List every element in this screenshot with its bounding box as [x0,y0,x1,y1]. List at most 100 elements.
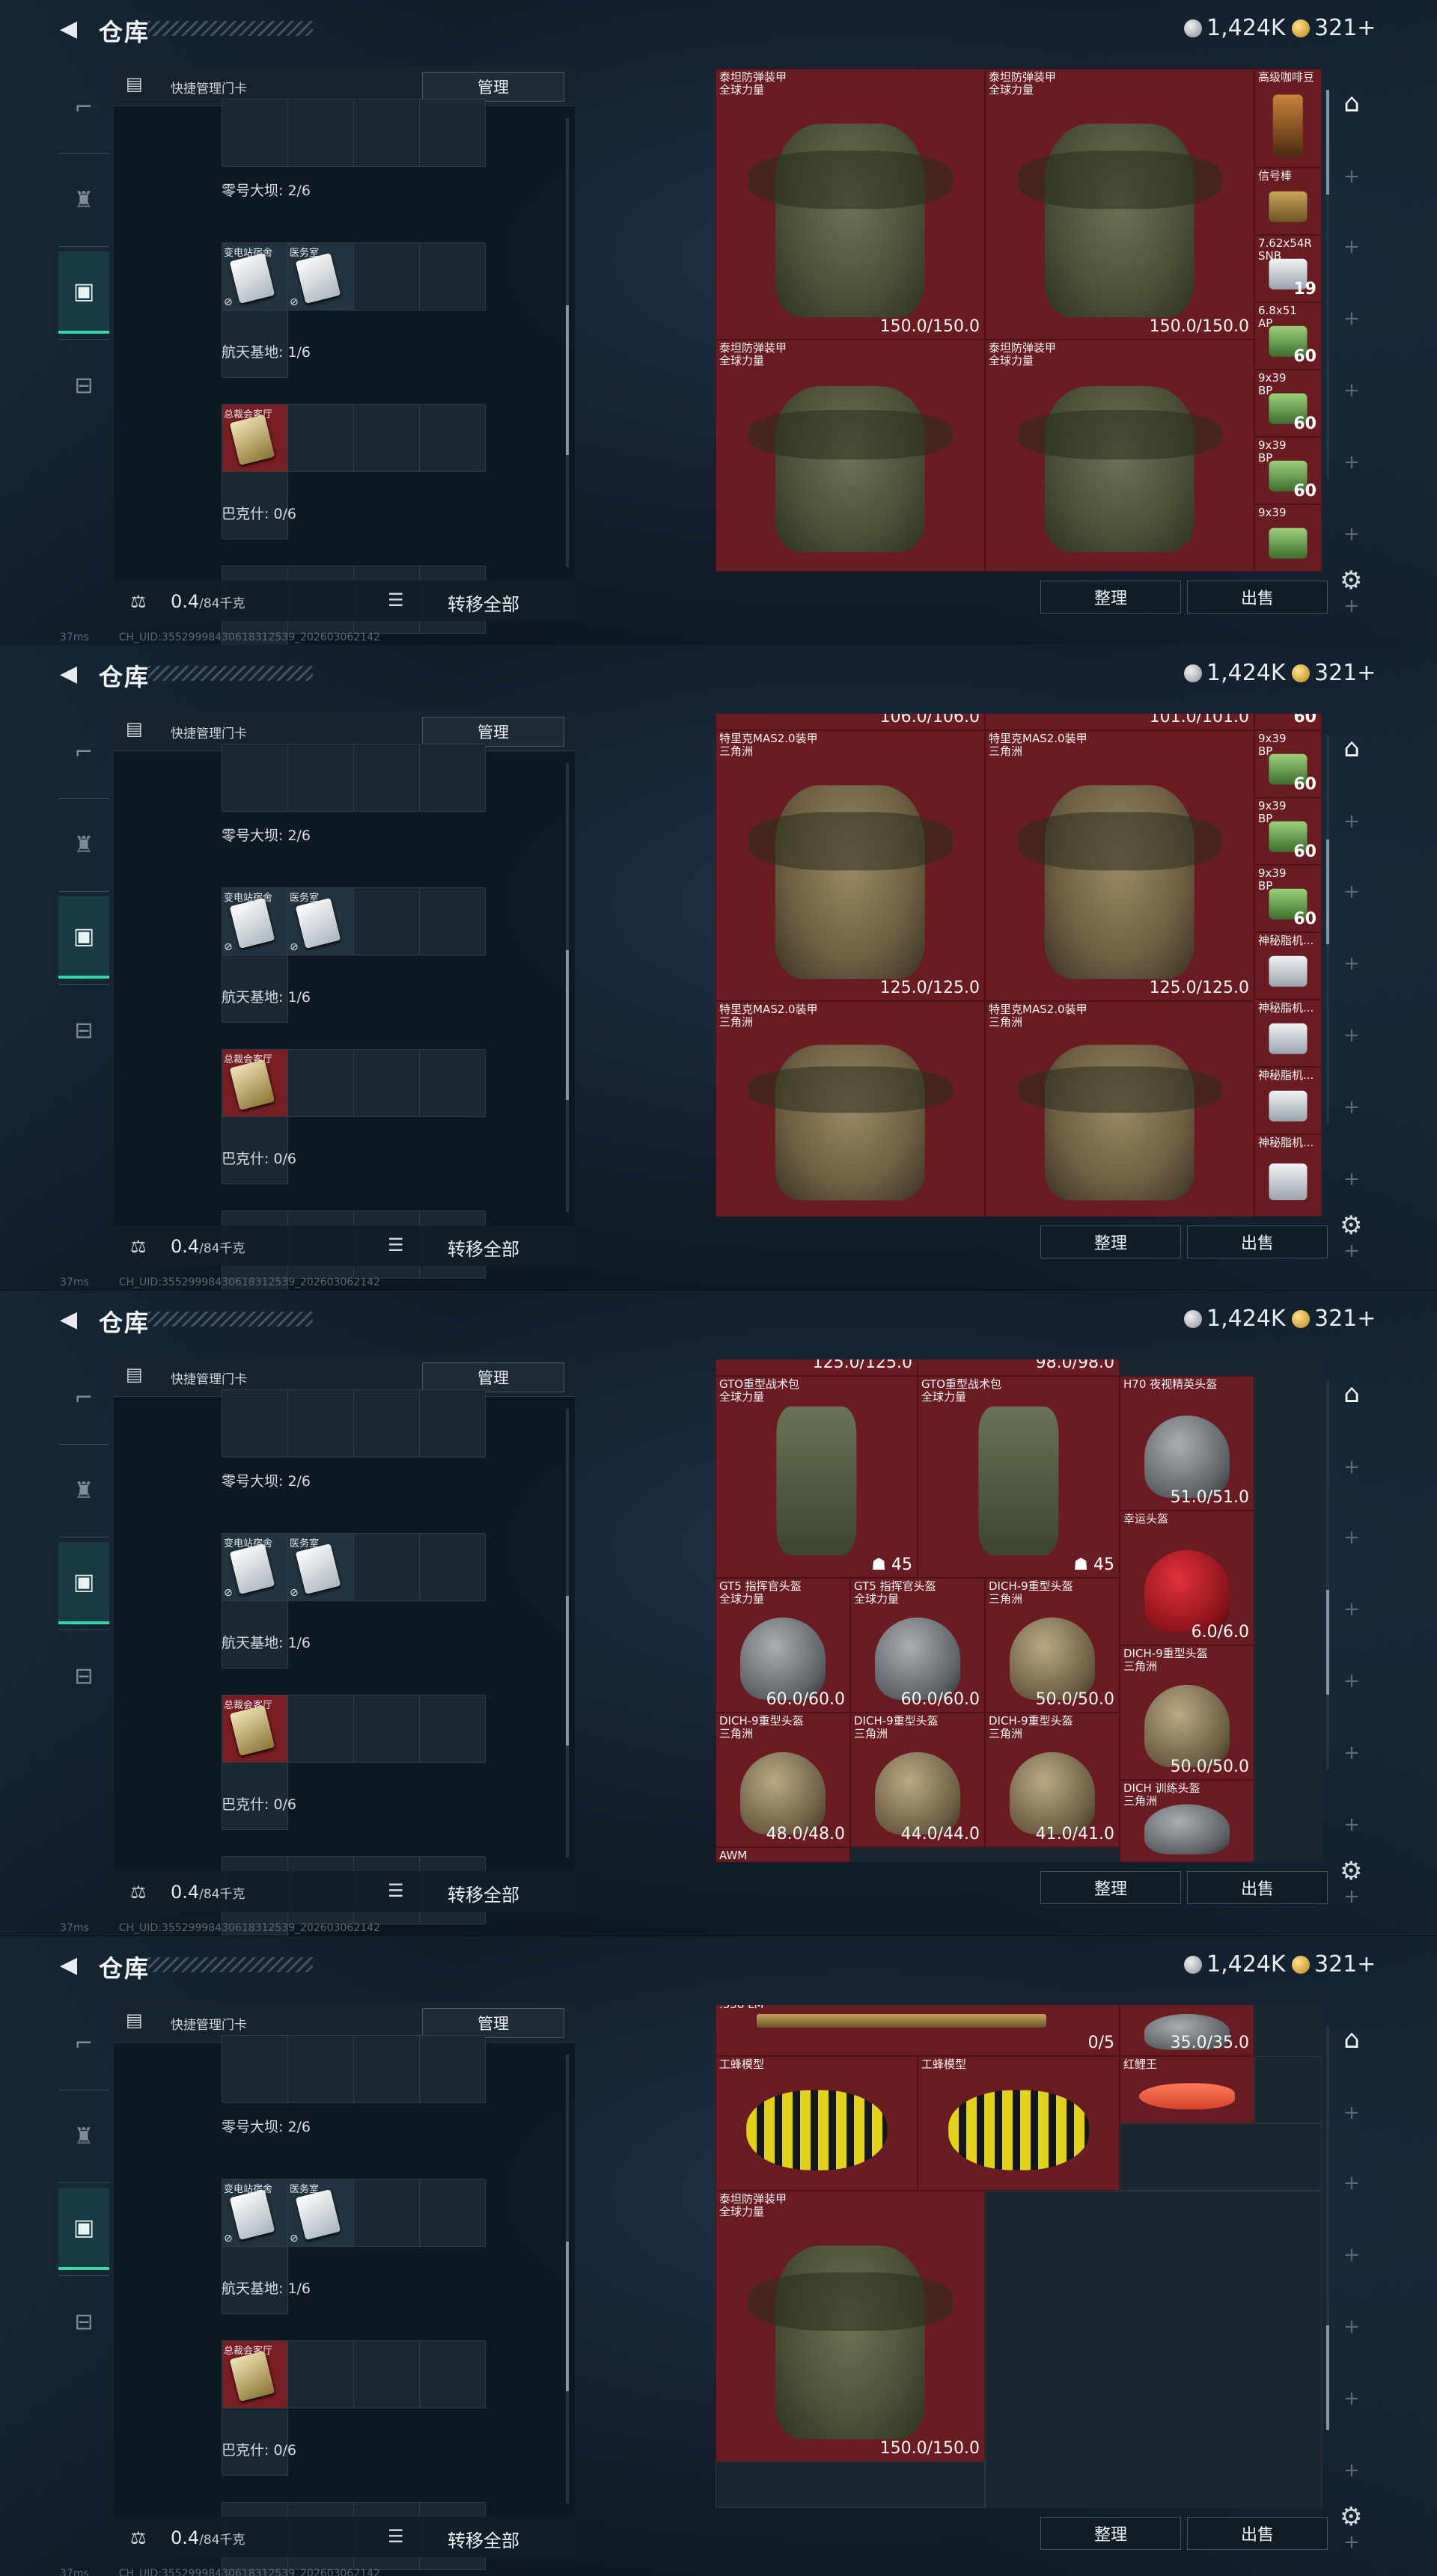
nav-weapon[interactable]: ⌐ [58,66,109,148]
back-arrow-icon[interactable]: ◀ [60,661,82,687]
silver-balance[interactable]: 1,424K [1184,660,1286,686]
keycard-scrollbar[interactable] [566,2055,569,2503]
scroll-thumb[interactable] [566,305,569,455]
gear-icon[interactable]: ⚙ [1340,566,1362,596]
keycard-slot[interactable] [420,405,486,472]
stash-item[interactable]: DICH-9重型头盔 三角洲 50.0/50.0 [1120,1645,1254,1780]
keycard-transformer[interactable]: 变电站宿舍 ⊘ [222,243,288,310]
stash-item[interactable]: AWM [716,1847,850,1862]
stash-item[interactable]: DICH-9重型头盔 三角洲 44.0/44.0 [850,1713,985,1847]
stash-item[interactable]: 高级咖啡豆 [1254,69,1322,168]
keycard-scrollbar[interactable] [566,763,569,1212]
keycard-slot[interactable] [354,405,420,472]
stash-item[interactable]: 特里克MAS2.0装甲 三角洲 [716,1001,985,1217]
page-slot-icon[interactable]: + [1335,1665,1368,1698]
keycard-slot[interactable] [288,1050,354,1117]
add-gold-button[interactable]: + [1357,15,1376,41]
stash-home-icon[interactable]: ⌂ [1335,2023,1368,2056]
manage-button[interactable]: 管理 [422,717,564,747]
keycard-slot[interactable] [420,888,486,955]
gold-balance[interactable]: 321+ [1292,1306,1376,1332]
sort-button[interactable]: 整理 [1040,1871,1181,1904]
transfer-all-button[interactable]: 转移全部 [448,2526,519,2552]
nav-backpack[interactable]: ▣ [58,251,109,334]
keycard-slot[interactable] [288,1390,354,1457]
stash-item[interactable]: GTO重型战术包 全球力量 ☗ 45 [918,1376,1120,1578]
back-arrow-icon[interactable]: ◀ [60,1307,82,1333]
manage-button[interactable]: 管理 [422,72,564,102]
stash-item[interactable]: 106.0/106.0 [716,714,985,730]
nav-case[interactable]: ⊟ [58,989,109,1071]
stash-item[interactable]: 特里克MAS2.0装甲 三角洲 125.0/125.0 [716,730,985,1001]
stash-item[interactable]: DICH 训练头盔 三角洲 [1120,1780,1254,1862]
keycard-transformer[interactable]: 变电站宿舍 ⊘ [222,2179,288,2247]
page-slot-icon[interactable]: + [1335,1521,1368,1554]
stash-item[interactable]: 泰坦防弹装甲 全球力量 [985,340,1254,572]
stash-item[interactable]: 信号棒 [1254,168,1322,235]
keycard-slot[interactable] [420,1390,486,1457]
keycard-slot[interactable] [288,744,354,812]
keycard-slot[interactable] [354,744,420,812]
nav-helmet[interactable]: ♜ [58,159,109,241]
stash-item[interactable]: 9x39 BP 60 [1254,865,1322,932]
keycard-slot[interactable] [420,1050,486,1117]
empty-stash-slot[interactable] [985,2191,1322,2508]
page-slot-icon[interactable]: + [1335,302,1368,335]
keycard-medical[interactable]: 医务室 ⊘ [288,888,354,955]
stash-item[interactable]: 125.0/125.0 [716,1359,918,1376]
keycard-president[interactable]: 总裁会客厅 [222,1695,288,1763]
transfer-all-button[interactable]: 转移全部 [448,590,519,616]
nav-case[interactable]: ⊟ [58,1635,109,1717]
transfer-all-button[interactable]: 转移全部 [448,1880,519,1906]
keycard-slot[interactable] [222,2036,288,2103]
nav-helmet[interactable]: ♜ [58,804,109,886]
nav-helmet[interactable]: ♜ [58,2095,109,2177]
nav-backpack[interactable]: ▣ [58,2188,109,2270]
page-slot-icon[interactable]: + [1335,230,1368,263]
stash-item[interactable]: 泰坦防弹装甲 全球力量 150.0/150.0 [985,69,1254,340]
gear-icon[interactable]: ⚙ [1340,1211,1362,1240]
nav-weapon[interactable]: ⌐ [58,1356,109,1439]
stash-home-icon[interactable]: ⌂ [1335,732,1368,765]
gold-balance[interactable]: 321+ [1292,15,1376,41]
stash-item[interactable]: 9x39 BP 60 [1254,730,1322,798]
page-slot-icon[interactable]: + [1335,947,1368,980]
keycard-transformer[interactable]: 变电站宿舍 ⊘ [222,888,288,955]
stash-item[interactable]: 神秘脂机... [1254,1134,1322,1217]
scroll-thumb[interactable] [566,1596,569,1746]
list-icon[interactable]: ☰ [388,1880,404,1901]
list-icon[interactable]: ☰ [388,1235,404,1255]
nav-weapon[interactable]: ⌐ [58,711,109,793]
sort-button[interactable]: 整理 [1040,2517,1181,2550]
keycard-slot[interactable] [420,744,486,812]
stash-item[interactable]: 101.0/101.0 [985,714,1254,730]
stash-item[interactable]: DICH-9重型头盔 三角洲 41.0/41.0 [985,1713,1120,1847]
stash-item[interactable]: 特里克MAS2.0装甲 三角洲 [985,1001,1254,1217]
stash-item[interactable]: 神秘脂机... [1254,1000,1322,1067]
keycard-slot[interactable] [420,1695,486,1763]
keycard-slot[interactable] [420,2341,486,2408]
add-page-icon[interactable]: + [1335,2096,1368,2129]
empty-stash-slot[interactable] [1120,2123,1322,2191]
manage-button[interactable]: 管理 [422,1362,564,1392]
keycard-president[interactable]: 总裁会客厅 [222,1050,288,1117]
stash-item[interactable]: 9x39 BP 60 [1254,798,1322,865]
keycard-slot[interactable] [288,2341,354,2408]
keycard-slot[interactable] [354,100,420,167]
add-gold-button[interactable]: + [1357,1306,1376,1332]
page-slot-icon[interactable]: + [1335,1091,1368,1124]
sell-button[interactable]: 出售 [1187,2517,1328,2550]
stash-item[interactable]: 泰坦防弹装甲 全球力量 [716,340,985,572]
keycard-slot[interactable] [354,2036,420,2103]
page-slot-icon[interactable]: + [1335,875,1368,908]
silver-balance[interactable]: 1,424K [1184,1306,1286,1332]
gear-icon[interactable]: ⚙ [1340,2502,1362,2532]
stash-item[interactable]: 9x39 [1254,504,1322,572]
stash-item[interactable]: 泰坦防弹装甲 全球力量 150.0/150.0 [716,69,985,340]
page-slot-icon[interactable]: + [1335,1019,1368,1052]
page-slot-icon[interactable]: + [1335,1163,1368,1196]
page-slot-icon[interactable]: + [1335,446,1368,479]
sell-button[interactable]: 出售 [1187,1871,1328,1904]
keycard-slot[interactable] [222,100,288,167]
empty-stash-slot[interactable] [1254,2056,1322,2123]
